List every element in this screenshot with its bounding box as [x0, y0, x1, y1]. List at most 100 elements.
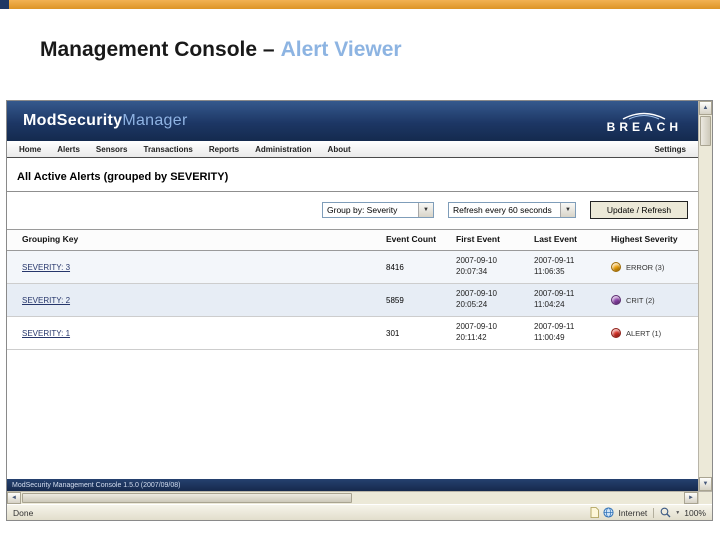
breach-wave-icon — [623, 112, 666, 120]
alerts-toolbar: Group by: Severity ▼ Refresh every 60 se… — [17, 201, 688, 219]
browser-viewport: ModSecurityManager BREACH Home Alerts Se… — [7, 101, 712, 491]
modsecurity-logo: ModSecurityManager — [23, 112, 188, 130]
scroll-up-icon[interactable]: ▲ — [699, 101, 712, 115]
page-icon — [591, 507, 600, 518]
horizontal-scrollbar[interactable]: ◄ ► — [7, 491, 712, 504]
zoom-level: 100% — [684, 507, 706, 518]
event-count-value: 5859 — [386, 295, 404, 305]
status-text: Done — [13, 507, 34, 518]
refresh-interval-select[interactable]: Refresh every 60 seconds ▼ — [448, 202, 576, 218]
nav-home[interactable]: Home — [19, 145, 41, 154]
vertical-scrollbar[interactable]: ▲ ▼ — [698, 101, 712, 491]
magnifier-icon — [660, 507, 671, 518]
slide-corner-chip — [0, 0, 9, 9]
severity-ball-icon — [611, 295, 621, 306]
page-column: ModSecurityManager BREACH Home Alerts Se… — [7, 101, 698, 491]
vertical-scroll-track[interactable] — [699, 146, 712, 477]
severity-ball-icon — [611, 262, 621, 273]
scrollbar-corner — [698, 492, 712, 504]
zone-label: Internet — [618, 507, 648, 518]
app-footer: ModSecurity Management Console 1.5.0 (20… — [7, 479, 698, 491]
browser-window: ModSecurityManager BREACH Home Alerts Se… — [6, 100, 713, 521]
first-event-time: 20:11:42 — [456, 333, 487, 343]
last-event-time: 11:06:35 — [534, 267, 565, 277]
nav-alerts[interactable]: Alerts — [57, 145, 80, 154]
horizontal-scroll-thumb[interactable] — [22, 493, 352, 503]
event-count-value: 301 — [386, 328, 400, 338]
refresh-interval-value: Refresh every 60 seconds — [453, 205, 552, 215]
first-event-time: 20:07:34 — [456, 267, 488, 277]
table-row: SEVERITY: 1 301 2007-09-10 20:11:42 2007… — [7, 317, 698, 351]
zoom-control[interactable]: ▼ 100% — [660, 507, 706, 518]
breach-logo: BREACH — [607, 110, 682, 133]
table-row: SEVERITY: 2 5859 2007-09-10 20:05:24 200… — [7, 284, 698, 318]
first-event-date: 2007-09-10 — [456, 289, 497, 299]
first-event-value: 2007-09-10 20:11:42 — [456, 322, 534, 344]
severity-label: ALERT (1) — [626, 328, 662, 338]
chevron-down-icon: ▼ — [418, 203, 433, 217]
scroll-down-icon[interactable]: ▼ — [699, 477, 712, 491]
nav-about[interactable]: About — [328, 145, 351, 154]
nav-settings[interactable]: Settings — [654, 145, 686, 154]
heading-divider — [7, 191, 698, 192]
vertical-scroll-thumb[interactable] — [700, 116, 711, 146]
app-version-text: ModSecurity Management Console 1.5.0 (20… — [12, 481, 181, 489]
status-bar: Done Internet ▼ 100% — [7, 504, 712, 520]
last-event-time: 11:00:49 — [534, 333, 565, 343]
grouping-key-link[interactable]: SEVERITY: 1 — [22, 329, 70, 338]
first-event-time: 20:05:24 — [456, 300, 488, 310]
grouping-key-link[interactable]: SEVERITY: 3 — [22, 263, 70, 272]
first-event-value: 2007-09-10 20:05:24 — [456, 289, 534, 311]
nav-sensors[interactable]: Sensors — [96, 145, 128, 154]
update-refresh-button[interactable]: Update / Refresh — [590, 201, 688, 219]
col-event-count: Event Count — [386, 234, 437, 244]
nav-reports[interactable]: Reports — [209, 145, 239, 154]
chevron-down-icon: ▼ — [675, 509, 681, 516]
page-title: All Active Alerts (grouped by SEVERITY) — [17, 171, 229, 183]
table-row: SEVERITY: 3 8416 2007-09-10 20:07:34 200… — [7, 251, 698, 285]
horizontal-scroll-track[interactable] — [352, 492, 684, 504]
last-event-date: 2007-09-11 — [534, 289, 575, 299]
col-first-event: First Event — [456, 234, 500, 244]
chevron-down-icon: ▼ — [560, 203, 575, 217]
severity-label: ERROR (3) — [626, 262, 665, 272]
grouping-key-link[interactable]: SEVERITY: 2 — [22, 296, 70, 305]
group-by-value: Group by: Severity — [327, 205, 398, 215]
slide-accent-stripe — [0, 0, 720, 9]
last-event-date: 2007-09-11 — [534, 322, 575, 332]
group-by-select[interactable]: Group by: Severity ▼ — [322, 202, 434, 218]
statusbar-divider — [653, 507, 655, 518]
severity-label: CRIT (2) — [626, 295, 655, 305]
logo-part1: ModSecurity — [23, 112, 123, 129]
col-highest-severity: Highest Severity — [611, 234, 678, 244]
last-event-time: 11:04:24 — [534, 300, 565, 310]
first-event-date: 2007-09-10 — [456, 256, 497, 266]
severity-ball-icon — [611, 328, 621, 339]
globe-icon — [603, 507, 615, 518]
nav-transactions[interactable]: Transactions — [144, 145, 193, 154]
first-event-value: 2007-09-10 20:07:34 — [456, 256, 534, 278]
table-header-row: Grouping Key Event Count First Event Las… — [7, 230, 698, 252]
last-event-value: 2007-09-11 11:06:35 — [534, 256, 611, 278]
slide-title-main: Management Console – — [40, 38, 275, 61]
logo-part2: Manager — [122, 112, 188, 129]
table-body: SEVERITY: 3 8416 2007-09-10 20:07:34 200… — [7, 251, 698, 351]
event-count-value: 8416 — [386, 262, 404, 272]
col-last-event: Last Event — [534, 234, 577, 244]
main-nav: Home Alerts Sensors Transactions Reports… — [7, 141, 698, 158]
last-event-value: 2007-09-11 11:00:49 — [534, 322, 611, 344]
app-header: ModSecurityManager BREACH — [7, 101, 698, 141]
zone-group: Internet — [590, 507, 647, 518]
slide-title-accent: Alert Viewer — [280, 38, 402, 61]
last-event-date: 2007-09-11 — [534, 256, 575, 266]
page-body: All Active Alerts (grouped by SEVERITY) … — [7, 158, 698, 479]
nav-administration[interactable]: Administration — [255, 145, 311, 154]
scroll-right-icon[interactable]: ► — [684, 492, 698, 504]
col-grouping-key: Grouping Key — [22, 234, 79, 244]
breach-logo-text: BREACH — [606, 119, 682, 134]
scroll-left-icon[interactable]: ◄ — [7, 492, 21, 504]
last-event-value: 2007-09-11 11:04:24 — [534, 289, 611, 311]
alerts-table: Grouping Key Event Count First Event Las… — [7, 229, 698, 351]
first-event-date: 2007-09-10 — [456, 322, 497, 332]
